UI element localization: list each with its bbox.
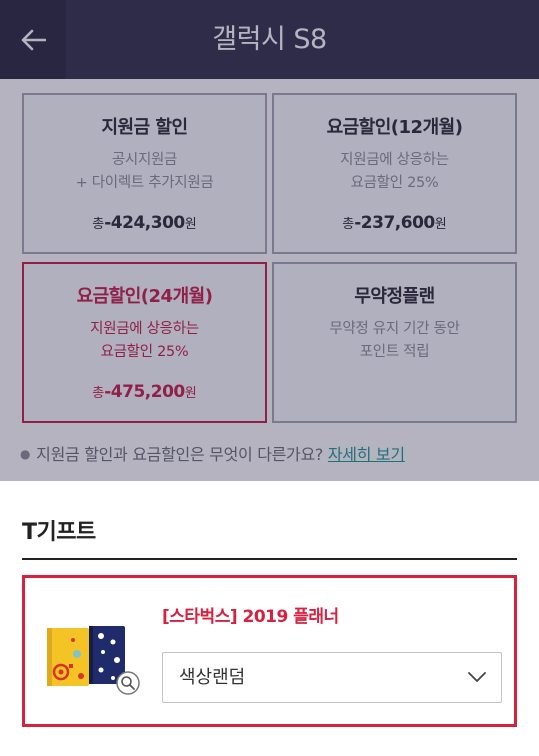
plan-description: 지원금에 상응하는 요금할인 25% — [340, 152, 449, 191]
chevron-down-icon — [468, 672, 486, 682]
plan-difference-info: ● 지원금 할인과 요금할인은 무엇이 다른가요? 자세히 보기 — [20, 441, 405, 465]
plan-card-subsidy-discount[interactable]: 지원금 할인 공시지원금 + 다이렉트 추가지원금 총-424,300원 — [22, 93, 267, 254]
divider — [22, 558, 517, 560]
info-text: 지원금 할인과 요금할인은 무엇이 다른가요? — [36, 445, 324, 464]
plan-description: 무약정 유지 기간 동안 포인트 적립 — [329, 321, 460, 360]
plan-total: 총-475,200원 — [92, 382, 197, 402]
plan-total: 총-424,300원 — [92, 213, 197, 233]
plan-title: 요금할인(12개월) — [326, 117, 463, 138]
plan-card-no-contract[interactable]: 무약정플랜 무약정 유지 기간 동안 포인트 적립 — [272, 262, 517, 423]
top-bar: 갤럭시 S8 — [0, 0, 539, 79]
plan-title: 요금할인(24개월) — [76, 286, 213, 307]
magnifier-icon[interactable] — [115, 670, 141, 696]
plan-title: 무약정플랜 — [354, 286, 435, 307]
plan-card-rate-discount-24m[interactable]: 요금할인(24개월) 지원금에 상응하는 요금할인 25% 총-475,200원 — [22, 262, 267, 423]
plan-description: 지원금에 상응하는 요금할인 25% — [90, 321, 199, 360]
back-button[interactable] — [0, 0, 66, 79]
plan-description: 공시지원금 + 다이렉트 추가지원금 — [75, 152, 214, 191]
discount-plan-options: 지원금 할인 공시지원금 + 다이렉트 추가지원금 총-424,300원 요금할… — [0, 79, 539, 479]
section-title: T기프트 — [22, 520, 96, 545]
planner-image[interactable] — [43, 620, 143, 696]
bullet-icon: ● — [20, 447, 31, 461]
gift-item-card[interactable]: [스타벅스] 2019 플래너 색상랜덤 — [22, 575, 517, 727]
plan-total: 총-237,600원 — [342, 213, 447, 233]
gift-item-name: [스타벅스] 2019 플래너 — [162, 607, 339, 627]
plan-card-rate-discount-12m[interactable]: 요금할인(12개월) 지원금에 상응하는 요금할인 25% 총-237,600원 — [272, 93, 517, 254]
t-gift-section: T기프트 [스타벅스] 2019 플래너 색상랜덤 — [0, 481, 539, 756]
page-title: 갤럭시 S8 — [212, 24, 327, 55]
selected-option: 색상랜덤 — [179, 667, 246, 688]
plan-title: 지원금 할인 — [101, 117, 188, 138]
gift-option-select[interactable]: 색상랜덤 — [162, 652, 502, 703]
arrow-left-icon — [21, 29, 46, 50]
details-link[interactable]: 자세히 보기 — [328, 445, 405, 464]
